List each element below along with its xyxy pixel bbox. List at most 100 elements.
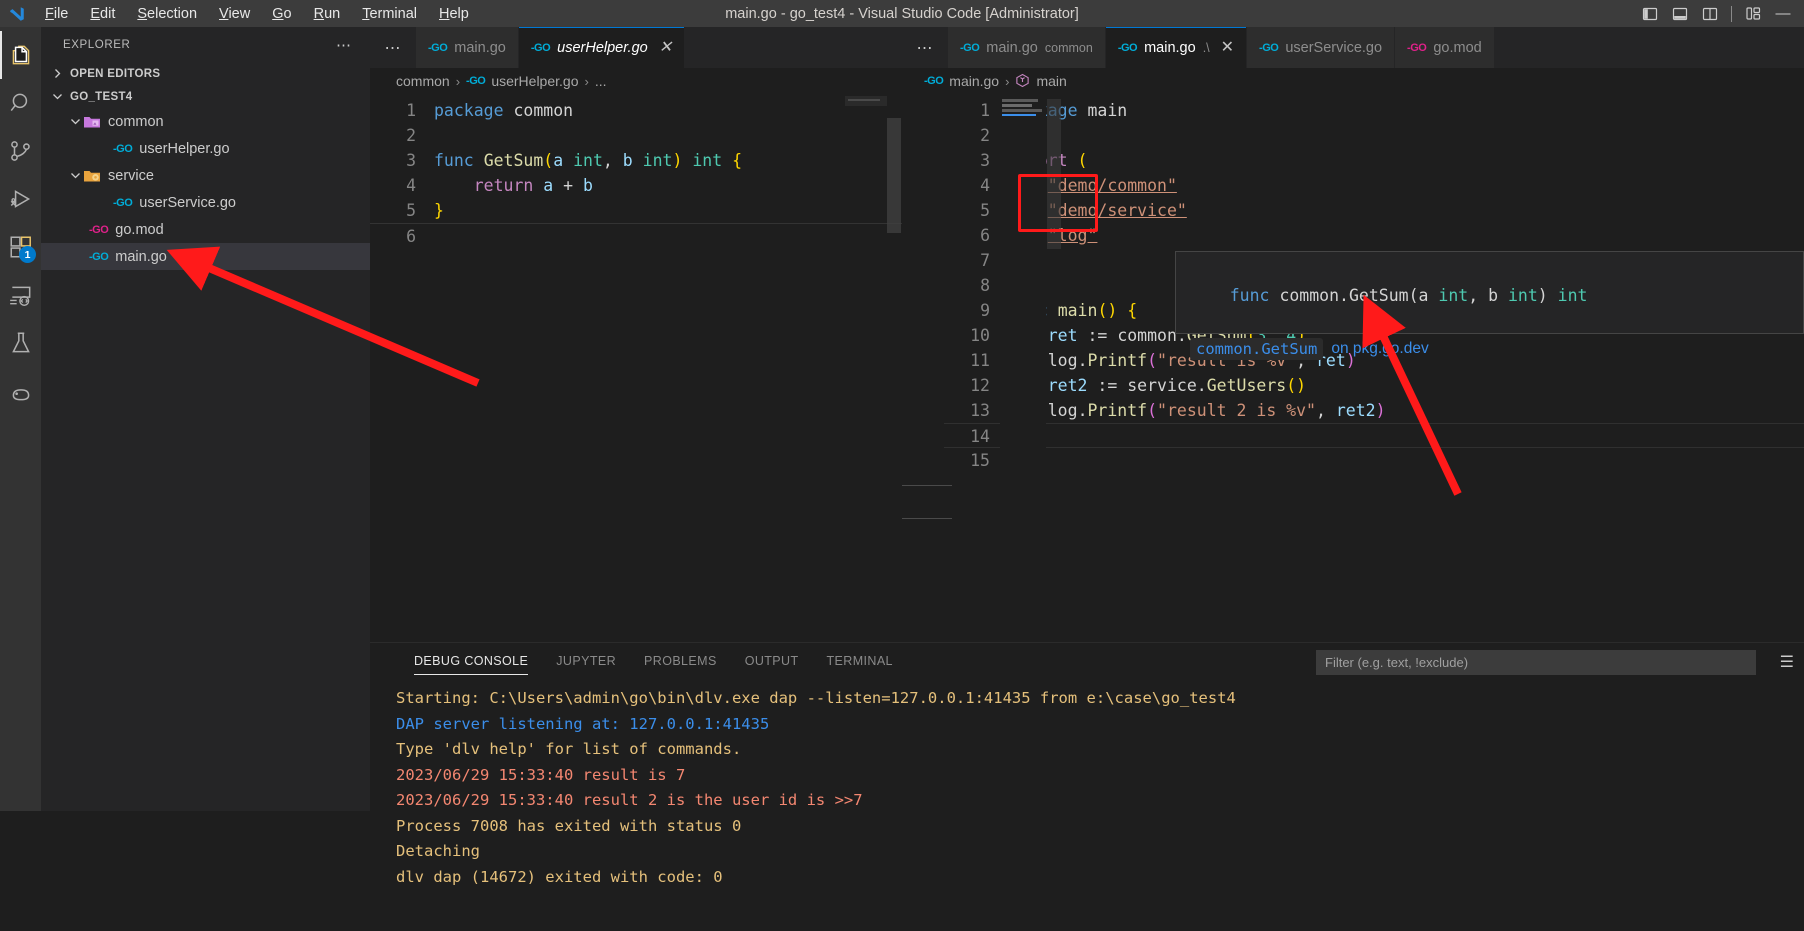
- code-token: "demo/service": [1047, 201, 1187, 220]
- panel-tab-problems[interactable]: PROBLEMS: [630, 643, 731, 678]
- toggle-secondary-sidebar-icon[interactable]: [1695, 0, 1725, 27]
- code-line[interactable]: 4 "demo/common": [944, 173, 1804, 198]
- tree-item-label: common: [108, 113, 164, 130]
- tab-userhelper-go[interactable]: -GO userHelper.go ✕: [518, 27, 686, 68]
- sidebar-more-actions-icon[interactable]: ⋯: [336, 36, 352, 54]
- panel-tab-output[interactable]: OUTPUT: [731, 643, 813, 678]
- line-content: [416, 126, 434, 145]
- activitybar-item-extensions[interactable]: 1: [0, 223, 41, 271]
- activitybar-item-python[interactable]: [0, 367, 41, 415]
- code-line[interactable]: 13 log.Printf("result 2 is %v", ret2): [944, 398, 1804, 423]
- code-editor-left[interactable]: 1 package common 2 3 func GetSum(a int, b in…: [370, 94, 902, 248]
- vscode-logo-icon: [0, 0, 34, 27]
- menu-bar[interactable]: FFileile Edit Selection View Go Run Term…: [34, 3, 480, 25]
- menu-run[interactable]: Run: [303, 3, 352, 25]
- activitybar-item-remote-explorer[interactable]: [0, 271, 41, 319]
- code-line[interactable]: 5 "demo/service": [944, 198, 1804, 223]
- code-line[interactable]: 1 package common: [370, 98, 902, 123]
- debug-console-filter-input[interactable]: Filter (e.g. text, !exclude): [1316, 650, 1756, 675]
- menu-help[interactable]: Help: [428, 3, 480, 25]
- tree-item-label: main.go: [115, 248, 167, 265]
- line-content: [416, 227, 434, 246]
- breadcrumb-folder[interactable]: common: [396, 73, 450, 89]
- code-line[interactable]: 2: [370, 123, 902, 148]
- hover-doc-link-row[interactable]: common.GetSum on pkg.go.dev: [1176, 334, 1803, 360]
- activitybar-item-run-and-debug[interactable]: [0, 175, 41, 223]
- toggle-panel-icon[interactable]: [1665, 0, 1695, 27]
- code-line[interactable]: 14}: [944, 423, 1804, 448]
- go-file-icon: -GO: [530, 41, 551, 54]
- editor-left-scrollbar[interactable]: [887, 118, 901, 233]
- editor-left-more-actions-icon[interactable]: ⋯: [370, 27, 416, 68]
- hover-fn-name: common.GetSum: [1279, 286, 1409, 305]
- customize-layout-icon[interactable]: [1738, 0, 1768, 27]
- tree-item-folder-service[interactable]: service: [41, 162, 370, 189]
- activitybar-item-testing[interactable]: [0, 319, 41, 367]
- breadcrumb-file[interactable]: userHelper.go: [491, 73, 578, 89]
- tab-go-mod[interactable]: -GO go.mod: [1395, 27, 1495, 68]
- close-icon[interactable]: ✕: [659, 39, 672, 56]
- toggle-primary-sidebar-icon[interactable]: [1635, 0, 1665, 27]
- close-icon[interactable]: ✕: [1221, 39, 1234, 56]
- code-line[interactable]: 5}: [370, 198, 902, 223]
- hover-arg1-type: int: [1438, 286, 1469, 305]
- hover-args-open: (a: [1408, 286, 1439, 305]
- console-line: Detaching: [396, 842, 480, 860]
- panel-tab-debug-console[interactable]: DEBUG CONSOLE: [400, 643, 542, 678]
- tab-userservice-go[interactable]: -GO userService.go: [1247, 27, 1396, 68]
- minimize-window-button[interactable]: —: [1768, 0, 1798, 27]
- tree-item-folder-common[interactable]: common: [41, 108, 370, 135]
- debug-console-output[interactable]: Starting: C:\Users\admin\go\bin\dlv.exe …: [370, 678, 1804, 890]
- code-line[interactable]: 3import (: [944, 148, 1804, 173]
- tree-item-label: service: [108, 167, 154, 184]
- go-file-icon: -GO: [89, 250, 109, 263]
- code-line[interactable]: 15: [944, 448, 1804, 473]
- section-open-editors[interactable]: OPEN EDITORS: [41, 62, 370, 85]
- hover-arg2-type: int: [1507, 286, 1538, 305]
- menu-terminal[interactable]: Terminal: [351, 3, 428, 25]
- editor-right-more-actions-icon[interactable]: ⋯: [902, 27, 948, 68]
- code-line[interactable]: 4 return a + b: [370, 173, 902, 198]
- editor-right-slider[interactable]: [1047, 99, 1061, 249]
- activitybar-item-search[interactable]: [0, 79, 41, 127]
- panel-tab-terminal[interactable]: TERMINAL: [813, 643, 907, 678]
- panel-more-actions-icon[interactable]: ☰: [1780, 652, 1794, 672]
- tree-item-file-go-mod[interactable]: -GO go.mod: [41, 216, 370, 243]
- menu-edit[interactable]: Edit: [79, 3, 126, 25]
- menu-view[interactable]: View: [208, 3, 261, 25]
- tab-main-go-common[interactable]: -GO main.go common: [948, 27, 1106, 68]
- code-line[interactable]: 6 "log": [944, 223, 1804, 248]
- tree-item-file-userHelper[interactable]: -GO userHelper.go: [41, 135, 370, 162]
- code-line[interactable]: 2: [944, 123, 1804, 148]
- breadcrumb-symbol[interactable]: main: [1036, 73, 1066, 89]
- section-workspace[interactable]: GO_TEST4: [41, 85, 370, 108]
- tree-item-file-main-go[interactable]: -GO main.go: [41, 243, 370, 270]
- activitybar-item-explorer[interactable]: [0, 31, 41, 79]
- activitybar-item-source-control[interactable]: [0, 127, 41, 175]
- tab-main-go-root[interactable]: -GO main.go .\ ✕: [1105, 27, 1248, 68]
- extensions-badge: 1: [19, 246, 36, 263]
- tree-item-file-userService[interactable]: -GO userService.go: [41, 189, 370, 216]
- code-line[interactable]: 3 func GetSum(a int, b int) int {: [370, 148, 902, 173]
- code-line[interactable]: 6: [370, 223, 902, 248]
- tab-label: go.mod: [1433, 39, 1482, 56]
- breadcrumb-left[interactable]: common › -GO userHelper.go › ...: [370, 68, 902, 94]
- code-line[interactable]: 12 ret2 := service.GetUsers(): [944, 373, 1804, 398]
- breadcrumb-right[interactable]: -GO main.go › main: [902, 68, 1804, 94]
- go-file-icon: -GO: [960, 41, 980, 54]
- breadcrumb-file[interactable]: main.go: [949, 73, 999, 89]
- hover-link-suffix[interactable]: on pkg.go.dev: [1331, 340, 1428, 358]
- code-token: common: [513, 101, 574, 120]
- code-token: {: [1127, 301, 1138, 320]
- code-line[interactable]: 1package main: [944, 98, 1804, 123]
- menu-selection[interactable]: Selection: [126, 3, 208, 25]
- breadcrumb-symbol[interactable]: ...: [595, 73, 607, 89]
- menu-file[interactable]: FFileile: [34, 3, 79, 25]
- tab-main-go-left[interactable]: -GO main.go: [416, 27, 519, 68]
- menu-go[interactable]: Go: [261, 3, 302, 25]
- panel-tab-jupyter[interactable]: JUPYTER: [542, 643, 630, 678]
- editor-right-minimap[interactable]: [1000, 96, 1046, 636]
- code-token: ,: [1316, 401, 1336, 420]
